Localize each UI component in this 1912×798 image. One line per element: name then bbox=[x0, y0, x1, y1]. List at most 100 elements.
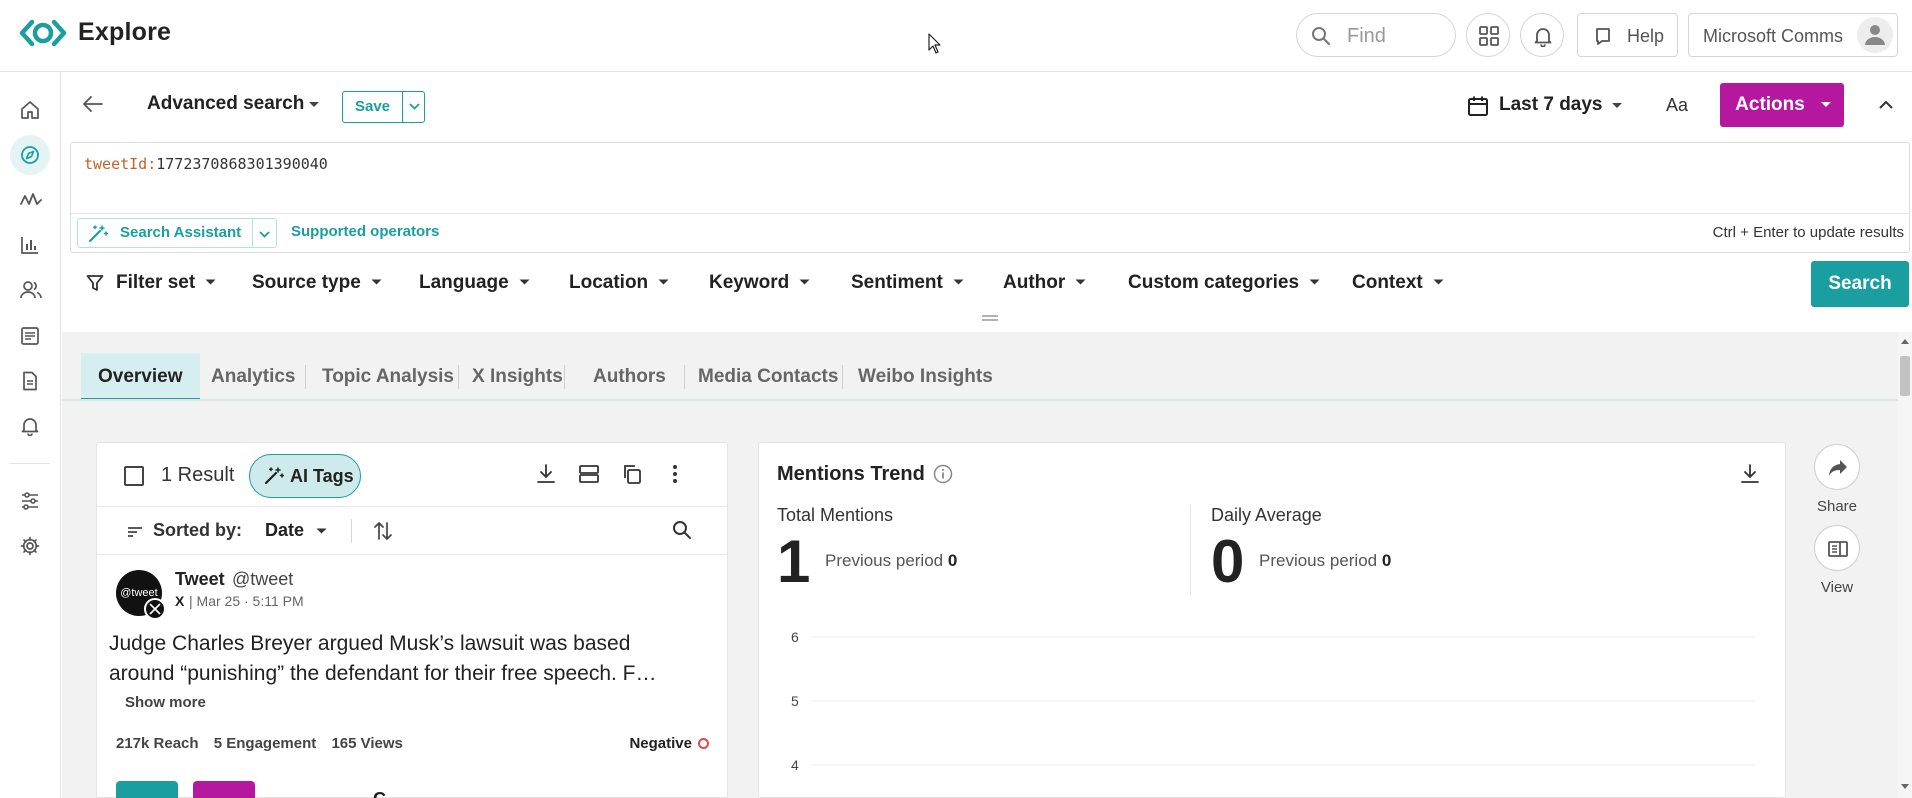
ai-tags-button[interactable]: AI Tags bbox=[249, 454, 361, 498]
filter-sentiment[interactable]: Sentiment bbox=[851, 272, 964, 294]
tab-topic-analysis[interactable]: Topic Analysis bbox=[322, 353, 454, 401]
drag-handle-icon[interactable] bbox=[980, 314, 1000, 322]
filter-context[interactable]: Context bbox=[1352, 272, 1444, 294]
nav-newsfeed[interactable] bbox=[10, 316, 50, 356]
nav-explore[interactable] bbox=[10, 135, 50, 175]
nav-home[interactable] bbox=[10, 90, 50, 130]
search-name[interactable]: Advanced search bbox=[147, 93, 304, 115]
caret-down-icon bbox=[953, 279, 964, 285]
ai-tags-label: AI Tags bbox=[290, 466, 354, 486]
filter-language[interactable]: Language bbox=[419, 272, 530, 294]
download-icon[interactable] bbox=[535, 463, 557, 485]
sort-lines-icon bbox=[128, 527, 142, 537]
tab-underline bbox=[62, 399, 1898, 401]
post-action-chip[interactable] bbox=[116, 781, 178, 798]
find-input[interactable]: Find bbox=[1296, 13, 1456, 57]
more-vertical-icon[interactable] bbox=[664, 463, 686, 485]
filter-custom-categories[interactable]: Custom categories bbox=[1128, 272, 1320, 294]
shortcut-hint: Ctrl + Enter to update results bbox=[1712, 224, 1904, 241]
post-body-line: around “punishing” the defendant for the… bbox=[109, 662, 657, 685]
help-button[interactable]: Help bbox=[1577, 13, 1678, 57]
home-icon bbox=[21, 101, 39, 119]
filter-label: Custom categories bbox=[1128, 272, 1300, 293]
filter-source-type[interactable]: Source type bbox=[252, 272, 382, 294]
layout-rows-icon[interactable] bbox=[578, 463, 600, 485]
caret-down-icon[interactable] bbox=[308, 101, 320, 109]
tab-authors[interactable]: Authors bbox=[593, 353, 666, 401]
filter-keyword[interactable]: Keyword bbox=[709, 272, 810, 294]
nav-settings-filters[interactable] bbox=[10, 481, 50, 521]
sentiment-dot-icon bbox=[698, 738, 709, 749]
nav-analytics[interactable] bbox=[10, 225, 50, 265]
notifications-button[interactable] bbox=[1520, 13, 1564, 57]
back-arrow-icon[interactable] bbox=[82, 94, 104, 114]
apps-grid-button[interactable] bbox=[1466, 13, 1510, 57]
people-icon bbox=[20, 281, 42, 299]
view-button[interactable] bbox=[1814, 525, 1860, 571]
post-action-chip[interactable] bbox=[193, 781, 255, 798]
query-editor[interactable]: tweetId:1772370868301390040 Search Assis… bbox=[70, 142, 1910, 253]
font-size-toggle[interactable]: Aa bbox=[1666, 95, 1688, 116]
copy-icon[interactable] bbox=[621, 463, 643, 485]
caret-down-icon bbox=[1612, 103, 1622, 108]
share-button[interactable] bbox=[1814, 444, 1860, 490]
tab-weibo-insights[interactable]: Weibo Insights bbox=[858, 353, 993, 401]
save-button[interactable]: Save bbox=[343, 92, 403, 122]
caret-down-icon[interactable] bbox=[316, 528, 327, 535]
nav-influencers[interactable] bbox=[10, 270, 50, 310]
view-action[interactable]: View bbox=[1814, 525, 1862, 596]
page-scrollbar[interactable] bbox=[1898, 332, 1912, 798]
author-handle[interactable]: @tweet bbox=[232, 569, 293, 590]
search-button[interactable]: Search bbox=[1811, 261, 1909, 307]
total-mentions-value: 1 bbox=[777, 528, 811, 595]
help-book-icon bbox=[1596, 28, 1610, 45]
tab-separator bbox=[305, 365, 306, 389]
sentiment-badge[interactable]: Negative bbox=[629, 735, 709, 752]
sort-divider bbox=[351, 519, 352, 543]
sort-direction-icon[interactable] bbox=[373, 520, 393, 542]
caret-down-icon bbox=[1075, 279, 1086, 285]
search-label: Search bbox=[1828, 273, 1892, 294]
tab-overview[interactable]: Overview bbox=[81, 353, 200, 401]
actions-button[interactable]: Actions bbox=[1720, 83, 1844, 127]
tab-analytics[interactable]: Analytics bbox=[211, 353, 295, 401]
chevron-up-icon[interactable] bbox=[1878, 98, 1894, 112]
newsfeed-icon bbox=[21, 327, 39, 345]
nav-reports[interactable] bbox=[10, 361, 50, 401]
nav-alerts[interactable] bbox=[10, 406, 50, 446]
search-icon[interactable] bbox=[672, 520, 692, 540]
tab-x-insights[interactable]: X Insights bbox=[472, 353, 563, 401]
post-body-line: Judge Charles Breyer argued Musk’s lawsu… bbox=[109, 632, 631, 655]
results-header: 1 Result AI Tags bbox=[97, 443, 727, 507]
filter-author[interactable]: Author bbox=[1003, 272, 1086, 294]
info-icon[interactable] bbox=[933, 464, 953, 484]
select-all-checkbox[interactable] bbox=[124, 466, 144, 486]
filter-location[interactable]: Location bbox=[569, 272, 669, 294]
save-options-button[interactable] bbox=[404, 92, 425, 122]
scroll-down-icon[interactable] bbox=[1901, 784, 1909, 790]
y-tick-label: 6 bbox=[791, 629, 799, 645]
download-icon[interactable] bbox=[1739, 463, 1761, 485]
show-more-link[interactable]: Show more bbox=[125, 694, 206, 711]
filter-label: Source type bbox=[252, 272, 361, 293]
sort-field-select[interactable]: Date bbox=[265, 520, 304, 541]
filter-filter-set[interactable]: Filter set bbox=[116, 272, 216, 294]
result-post[interactable]: @tweet Tweet @tweet X | Mar 25 · 5:11 PM… bbox=[97, 555, 727, 798]
query-field: tweetId: bbox=[84, 155, 157, 173]
mentions-trend-title: Mentions Trend bbox=[777, 463, 925, 485]
query-text[interactable]: tweetId:1772370868301390040 bbox=[84, 155, 328, 173]
search-assistant-button[interactable]: Search Assistant bbox=[78, 219, 253, 247]
account-button[interactable]: Microsoft Comms bbox=[1688, 13, 1898, 57]
tab-separator bbox=[564, 365, 565, 389]
share-action[interactable]: Share bbox=[1814, 444, 1862, 515]
logo-icon[interactable] bbox=[19, 18, 67, 48]
nav-settings[interactable] bbox=[10, 526, 50, 566]
author-name[interactable]: Tweet bbox=[175, 569, 225, 590]
scroll-thumb[interactable] bbox=[1900, 356, 1910, 396]
tab-media-contacts[interactable]: Media Contacts bbox=[698, 353, 838, 401]
date-range-label: Last 7 days bbox=[1499, 94, 1603, 115]
nav-monitor[interactable] bbox=[10, 180, 50, 220]
scroll-up-icon[interactable] bbox=[1901, 338, 1909, 344]
author-avatar[interactable]: @tweet bbox=[116, 570, 166, 620]
supported-operators-link[interactable]: Supported operators bbox=[291, 223, 439, 240]
